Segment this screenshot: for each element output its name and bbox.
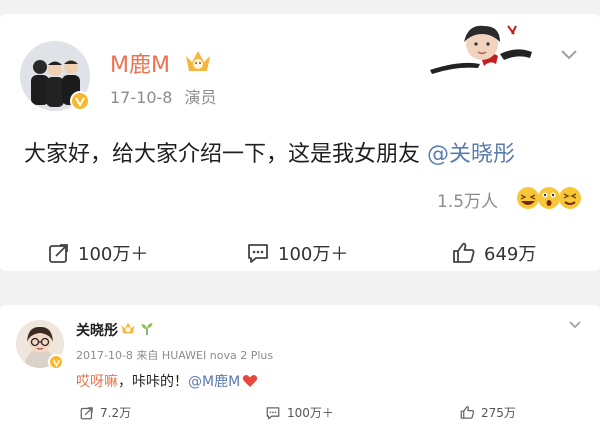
heart-icon [242, 375, 258, 387]
crown-badge-icon [183, 47, 213, 79]
post-role: 演员 [184, 88, 217, 107]
repost-button[interactable]: 100万＋ [48, 240, 148, 266]
post-text: 大家好，给大家介绍一下，这是我女朋友 [24, 142, 421, 167]
promo-banner[interactable] [420, 20, 550, 82]
reply-repost-icon [80, 406, 93, 419]
post-mention-link[interactable]: @关晓彤 [427, 142, 515, 167]
post-username[interactable]: M鹿M [110, 47, 170, 79]
reply-repost-count: 7.2万 [100, 406, 132, 420]
verified-badge-icon [70, 91, 90, 111]
post-date: 17-10-8 [110, 88, 173, 107]
laughing-emoji-icon [517, 187, 539, 209]
post-action-bar: 100万＋ 100万＋ 649万 [0, 236, 600, 271]
reply-verified-badge-icon [48, 354, 64, 370]
post-meta: 17-10-8 演员 [110, 84, 216, 108]
reply-meta: 2017-10-8 来自 HUAWEI nova 2 Plus [76, 347, 273, 363]
sprout-badge-icon [140, 321, 154, 340]
post-content: 大家好，给大家介绍一下，这是我女朋友 @关晓彤 [24, 136, 515, 168]
reply-username[interactable]: 关晓彤 [76, 320, 118, 340]
repost-icon [49, 244, 68, 263]
reply-options-chevron-icon[interactable] [568, 315, 582, 334]
weibo-post: M鹿M 17-10-8 演员 大家好，给大家介绍一下，这是我女朋友 @关晓彤 1… [0, 14, 600, 271]
reply-comment-icon [266, 406, 280, 419]
squinting-emoji-icon [559, 187, 581, 209]
reply-repost-button[interactable]: 7.2万 [80, 404, 131, 421]
reply-highlight-text: 哎呀嘛 [76, 374, 118, 390]
thumbs-up-icon [453, 242, 475, 263]
reply-mention-link[interactable]: @M鹿M [188, 371, 240, 391]
like-count: 649万 [484, 244, 537, 265]
reply-source: 来自 HUAWEI nova 2 Plus [136, 349, 274, 362]
reply-like-count: 275万 [481, 406, 516, 420]
reply-comment-count: 100万＋ [287, 406, 334, 420]
like-button[interactable]: 649万 [452, 240, 536, 266]
reply-text: ，咔咔的！ [118, 374, 188, 390]
reply-like-button[interactable]: 275万 [460, 404, 516, 421]
reply-date: 2017-10-8 [76, 349, 133, 362]
reply-action-bar: 7.2万 100万＋ 275万 [0, 402, 600, 424]
reaction-summary-count[interactable]: 1.5万人 [437, 187, 498, 212]
reply-post: 关晓彤 2017-10-8 来自 HUAWEI nova 2 Plus 哎呀嘛 … [0, 305, 600, 443]
repost-count: 100万＋ [78, 244, 149, 265]
reply-crown-badge-icon [120, 320, 136, 340]
comment-button[interactable]: 100万＋ [246, 240, 348, 266]
promo-portrait-image [420, 20, 550, 82]
reply-comment-button[interactable]: 100万＋ [265, 404, 334, 421]
post-options-chevron-icon[interactable] [560, 46, 578, 65]
comment-icon [248, 244, 268, 263]
reply-content: 哎呀嘛 ，咔咔的！ @M鹿M [76, 371, 258, 391]
comment-count: 100万＋ [278, 244, 349, 265]
reply-thumbs-up-icon [460, 406, 475, 419]
surprised-emoji-icon [538, 187, 560, 209]
reaction-emojis[interactable] [515, 184, 583, 212]
